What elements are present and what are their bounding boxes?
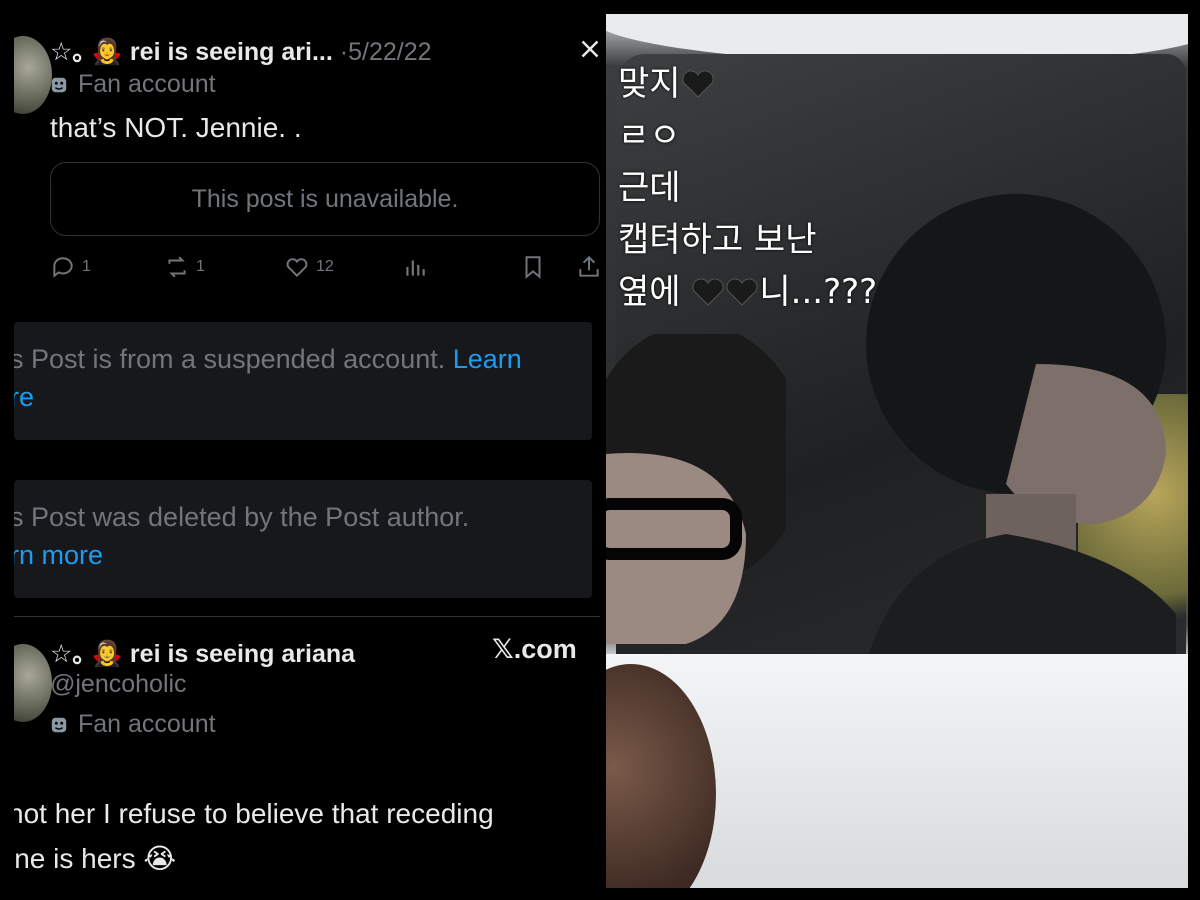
display-name[interactable]: ☆｡ 🧛‍♀️ rei is seeing ari... ·5/22/22 — [50, 32, 432, 68]
display-name-text: ☆｡ 🧛‍♀️ rei is seeing ari... — [50, 38, 333, 66]
like-count: 12 — [316, 258, 334, 275]
bookmark-icon — [525, 256, 541, 279]
overlay-line: 맞지 — [618, 58, 877, 110]
overlay-line: 근데 — [618, 168, 681, 208]
reply-button[interactable]: 1 — [50, 254, 91, 280]
overlay-line: ㄹㅇ — [618, 116, 681, 156]
black-heart-icon — [692, 278, 724, 306]
person-passenger — [606, 334, 786, 644]
share-icon — [579, 255, 599, 277]
quoted-post-unavailable[interactable]: This post is unavailable. — [50, 162, 600, 236]
reply-count: 1 — [82, 258, 91, 275]
heart-icon — [286, 258, 308, 278]
post-actions: 1 1 12 — [50, 254, 600, 284]
overlay-line: 옆에 니...??? — [618, 272, 878, 312]
reply-icon — [53, 257, 73, 278]
notice-text: s Post is from a suspended account. — [14, 344, 446, 374]
avatar[interactable] — [14, 36, 52, 114]
separator-dot: · — [339, 38, 349, 66]
fan-account-label: Fan account — [50, 710, 216, 739]
notice-text: s Post was deleted by the Post author. — [14, 502, 470, 532]
fan-account-label: Fan account — [50, 70, 216, 99]
car-photo: 맞지 ㄹㅇ 근데 캡텨하고 보난 옆에 니...??? — [606, 14, 1188, 888]
repost-count: 1 — [196, 258, 205, 275]
overlay-line: 캡텨하고 보난 — [618, 220, 817, 260]
x-logo-icon[interactable] — [580, 36, 600, 62]
repost-icon — [168, 256, 186, 278]
person-driver — [866, 194, 1176, 664]
learn-more-link[interactable]: rn more — [14, 540, 103, 571]
repost-button[interactable]: 1 — [164, 254, 205, 280]
like-button[interactable]: 12 — [284, 254, 334, 280]
avatar[interactable] — [14, 644, 52, 722]
learn-more-link-cont[interactable]: re — [14, 382, 34, 413]
suspended-account-notice: s Post is from a suspended account. Lear… — [14, 322, 592, 440]
learn-more-link[interactable]: Learn — [453, 344, 522, 374]
bookmark-button[interactable] — [520, 254, 546, 280]
share-button[interactable] — [576, 254, 600, 280]
masks-icon — [51, 717, 67, 733]
divider — [14, 616, 600, 617]
x-com-source: 𝕏.com — [492, 634, 577, 664]
tweet-panel: ☆｡ 🧛‍♀️ rei is seeing ari... ·5/22/22 Fa… — [14, 14, 600, 888]
user-handle[interactable]: @jencoholic — [50, 670, 187, 699]
black-heart-icon — [726, 278, 758, 306]
quoted-post-text: This post is unavailable. — [191, 184, 459, 213]
post-text-line1: not her I refuse to believe that recedin… — [14, 798, 494, 829]
display-name[interactable]: ☆｡ 🧛‍♀️ rei is seeing ariana — [50, 634, 355, 670]
post-text: that’s NOT. Jennie. . — [50, 112, 302, 143]
post-text-line2: ine is hers 😭 — [14, 843, 177, 874]
masks-icon — [51, 77, 67, 93]
deleted-post-notice: s Post was deleted by the Post author. r… — [14, 480, 592, 598]
analytics-icon — [406, 260, 425, 276]
views-button[interactable] — [402, 254, 428, 280]
post-date[interactable]: 5/22/22 — [348, 38, 431, 66]
black-heart-icon — [682, 70, 714, 98]
korean-overlay-text: 맞지 ㄹㅇ 근데 캡텨하고 보난 옆에 니...??? — [618, 58, 877, 318]
